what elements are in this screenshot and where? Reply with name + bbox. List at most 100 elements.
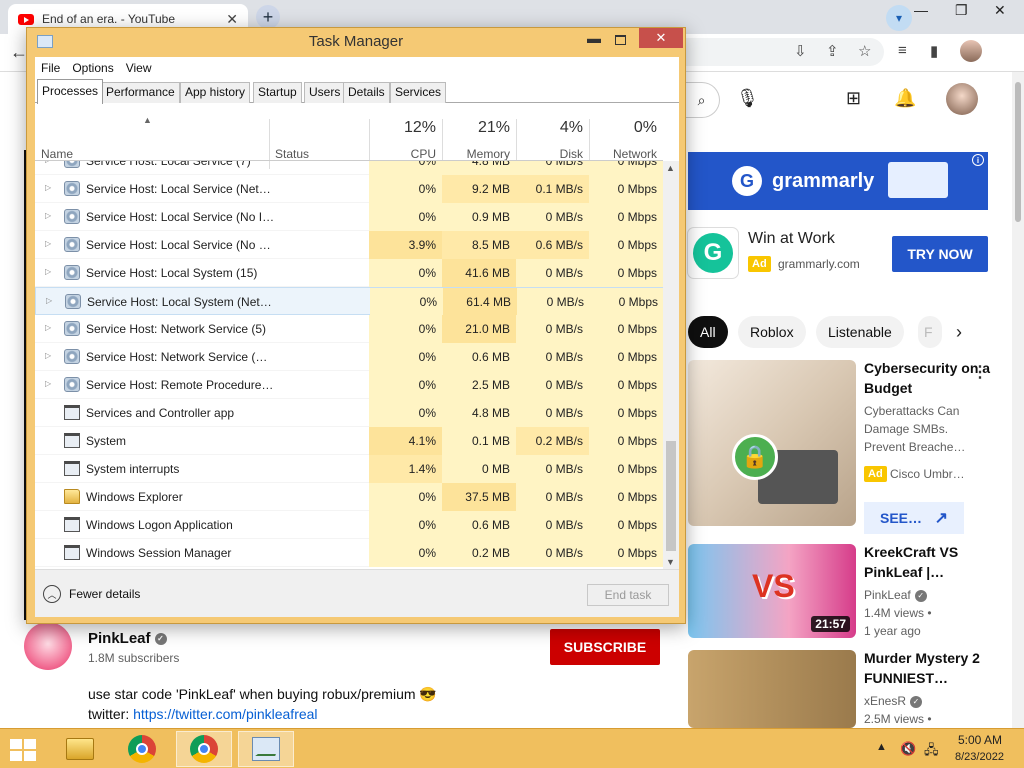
scroll-down-icon[interactable]: ▼	[666, 557, 675, 567]
page-scrollbar[interactable]	[1012, 72, 1024, 728]
tray-expand-icon[interactable]: ▲	[876, 741, 887, 753]
fewer-details-link[interactable]: Fewer details	[69, 587, 140, 601]
video-title[interactable]: Murder Mystery 2 FUNNIEST…	[864, 648, 994, 688]
process-list-scrollbar[interactable]: ▲ ▼	[663, 161, 679, 569]
bookmark-star-icon[interactable]: ☆	[858, 42, 871, 60]
volume-muted-icon[interactable]: 🔇	[900, 741, 916, 757]
process-row[interactable]: ▷ Service Host: Local Service (Net… 0% 9.2 …	[35, 175, 663, 203]
tab-close-icon[interactable]: ✕	[226, 11, 238, 28]
network-icon[interactable]: 🖧	[924, 741, 939, 763]
tab-search-icon[interactable]: ▾	[886, 5, 912, 31]
expand-arrow-icon[interactable]: ▷	[45, 161, 51, 164]
process-row[interactable]: ▷ Service Host: Remote Procedure… 0% 2.5 MB…	[35, 371, 663, 399]
browser-restore-button[interactable]: ❐	[955, 2, 968, 19]
process-row[interactable]: ▷ Service Host: Network Service (… 0% 0.6 M…	[35, 343, 663, 371]
video-thumbnail-kreekcraft[interactable]: VS 21:57	[688, 544, 856, 638]
expand-arrow-icon[interactable]: ▷	[45, 379, 51, 388]
chrome-profile-avatar[interactable]	[960, 40, 982, 62]
scroll-thumb[interactable]	[666, 441, 676, 551]
address-bar[interactable]	[684, 38, 884, 66]
process-row[interactable]: ▷ Service Host: Local Service (7) 0%4.8 MB…	[35, 161, 663, 175]
install-icon[interactable]: ⇩	[794, 42, 807, 60]
process-row[interactable]: Windows Explorer 0% 37.5 MB 0 MB/s 0 Mbps	[35, 483, 663, 511]
expand-arrow-icon[interactable]: ▷	[45, 323, 51, 332]
notifications-bell-icon[interactable]: 🔔	[894, 88, 916, 109]
side-panel-icon[interactable]: ▮	[930, 42, 938, 60]
process-row[interactable]: System interrupts 1.4% 0 MB 0 MB/s 0 Mbps	[35, 455, 663, 483]
minimize-button[interactable]: ▬	[587, 30, 601, 46]
tab-processes[interactable]: Processes	[37, 79, 104, 104]
process-row[interactable]: Windows Logon Application 0% 0.6 MB 0 MB/s 0…	[35, 511, 663, 539]
try-now-button[interactable]: TRY NOW	[892, 236, 988, 272]
twitter-link[interactable]: https://twitter.com/pinkleafreal	[133, 706, 317, 722]
chip-all[interactable]: All	[688, 316, 728, 348]
ad-info-icon[interactable]: i	[972, 154, 984, 166]
process-row[interactable]: ▷ Service Host: Local System (Net… 0% 61.4 …	[35, 287, 663, 316]
taskbar-chrome-open[interactable]	[176, 731, 232, 767]
expand-arrow-icon[interactable]: ▷	[45, 211, 51, 220]
video-description-line: Cyberattacks Can	[864, 404, 960, 418]
network-value: 0 Mbps	[589, 427, 663, 455]
process-row[interactable]: ▷ Service Host: Local Service (No … 3.9% 8.…	[35, 231, 663, 259]
process-row[interactable]: ▷ Service Host: Local System (15) 0% 41.6 M…	[35, 259, 663, 287]
video-thumbnail-cybersecurity[interactable]: 🔒	[688, 360, 856, 526]
tab-users[interactable]: Users	[304, 82, 346, 103]
maximize-button[interactable]	[615, 35, 626, 45]
video-channel[interactable]: PinkLeaf ✓	[864, 586, 974, 604]
menu-file[interactable]: File	[41, 61, 60, 75]
network-value: 0 Mbps	[589, 231, 663, 259]
share-icon[interactable]: ⇪	[826, 42, 839, 60]
channel-name-row[interactable]: PinkLeaf ✓	[88, 630, 167, 647]
expand-arrow-icon[interactable]: ▷	[45, 239, 51, 248]
taskbar-task-manager[interactable]	[238, 731, 294, 767]
menu-view[interactable]: View	[126, 61, 152, 75]
windows-start-icon[interactable]	[10, 739, 36, 761]
clock-date[interactable]: 8/23/2022	[955, 751, 1004, 763]
more-options-icon[interactable]: ⋮	[972, 362, 988, 382]
tab-startup[interactable]: Startup	[253, 82, 302, 103]
expand-arrow-icon[interactable]: ▷	[45, 351, 51, 360]
browser-minimize-button[interactable]: —	[914, 2, 928, 18]
chip-roblox[interactable]: Roblox	[738, 316, 806, 348]
search-icon[interactable]: ⌕	[684, 82, 720, 118]
scroll-up-icon[interactable]: ▲	[666, 163, 675, 173]
memory-value: 61.4 MB	[443, 288, 517, 316]
channel-avatar[interactable]	[24, 622, 72, 670]
media-control-icon[interactable]: ≡	[898, 42, 907, 59]
chip-next-arrow-icon[interactable]: ›	[956, 322, 962, 343]
process-row[interactable]: System 4.1% 0.1 MB 0.2 MB/s 0 Mbps	[35, 427, 663, 455]
video-thumbnail-murder-mystery[interactable]	[688, 650, 856, 728]
see-more-button[interactable]: SEE… ↗	[864, 502, 964, 534]
disk-value: 0 MB/s	[517, 288, 590, 316]
video-channel[interactable]: xEnesR ✓	[864, 692, 974, 710]
menu-options[interactable]: Options	[72, 61, 113, 75]
video-title[interactable]: KreekCraft VS PinkLeaf |…	[864, 542, 994, 582]
youtube-account-avatar[interactable]	[946, 83, 978, 115]
clock-time[interactable]: 5:00 AM	[958, 733, 1002, 747]
chip-partial[interactable]: F	[918, 316, 942, 348]
microphone-icon[interactable]: 🎙	[736, 88, 759, 109]
close-button[interactable]: ✕	[639, 28, 683, 48]
expand-arrow-icon[interactable]: ▷	[46, 296, 52, 305]
taskbar-chrome[interactable]	[114, 731, 170, 767]
expand-arrow-icon[interactable]: ▷	[45, 183, 51, 192]
subscribe-button[interactable]: SUBSCRIBE	[550, 629, 660, 665]
taskbar-file-explorer[interactable]	[52, 731, 108, 767]
tab-services[interactable]: Services	[390, 82, 447, 103]
grammarly-ad-banner[interactable]: G grammarly i	[688, 152, 988, 210]
tab-details[interactable]: Details	[343, 82, 390, 103]
expand-arrow-icon[interactable]: ▷	[45, 267, 51, 276]
memory-value: 0.6 MB	[442, 343, 516, 371]
process-row[interactable]: Windows Session Manager 0% 0.2 MB 0 MB/s 0 M…	[35, 539, 663, 567]
process-row[interactable]: Services and Controller app 0% 4.8 MB 0 MB/…	[35, 399, 663, 427]
browser-close-button[interactable]: ✕	[994, 2, 1006, 19]
create-video-icon[interactable]: ⊞	[846, 88, 861, 109]
tab-performance[interactable]: Performance	[101, 82, 180, 103]
end-task-button[interactable]: End task	[587, 584, 669, 606]
process-row[interactable]: ▷ Service Host: Local Service (No I… 0% 0.9…	[35, 203, 663, 231]
chip-listenable[interactable]: Listenable	[816, 316, 904, 348]
chevron-up-icon[interactable]: ︿	[43, 585, 61, 603]
tab-app-history[interactable]: App history	[180, 82, 251, 103]
new-tab-button[interactable]: +	[256, 5, 280, 29]
process-row[interactable]: ▷ Service Host: Network Service (5) 0% 21.0…	[35, 315, 663, 343]
